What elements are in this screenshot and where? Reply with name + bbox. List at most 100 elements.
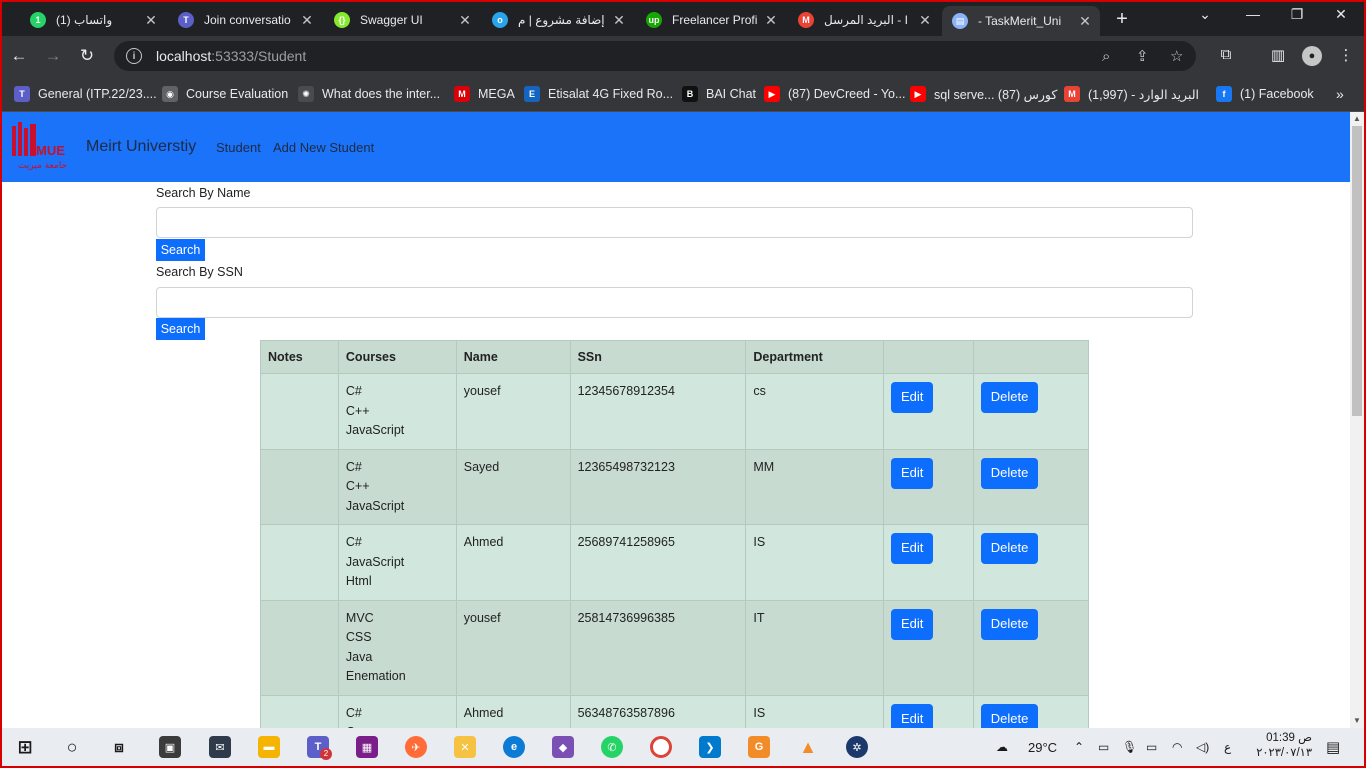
windows-start-icon[interactable]: ⊞ <box>14 736 36 758</box>
edit-button[interactable]: Edit <box>891 608 934 640</box>
edit-button[interactable]: Edit <box>891 382 934 413</box>
battery-icon[interactable]: ▭ <box>1146 728 1157 766</box>
tray-chevron-icon[interactable]: ⌃ <box>1074 728 1084 766</box>
restore-icon[interactable]: ❐ <box>1282 6 1312 23</box>
chrome-icon[interactable] <box>650 736 672 758</box>
browser-tab[interactable]: o إضافة مشروع | م ✕ <box>482 6 634 34</box>
edit-button[interactable]: Edit <box>891 533 934 564</box>
edit-button[interactable]: Edit <box>891 457 934 489</box>
side-panel-icon[interactable]: ▥ <box>1268 46 1288 64</box>
browser-tab[interactable]: M البريد المرسل - I ✕ <box>788 6 940 34</box>
cell-notes <box>260 599 339 696</box>
university-logo[interactable]: MUE جامعة ميريت <box>10 122 74 172</box>
bookmark-item[interactable]: B BAI Chat <box>682 84 756 104</box>
more-bookmarks-icon[interactable]: » <box>1336 84 1344 104</box>
edit-button[interactable]: Edit <box>891 703 934 728</box>
media-icon[interactable]: ✲ <box>846 736 868 758</box>
delete-button[interactable]: Delete <box>981 608 1039 640</box>
g-app-icon[interactable]: G <box>748 736 770 758</box>
close-window-icon[interactable]: ✕ <box>1326 6 1356 23</box>
whatsapp-taskbar-icon[interactable]: ✆ <box>601 736 623 758</box>
tab-close-icon[interactable]: ✕ <box>456 12 474 29</box>
browser-tab[interactable]: {} Swagger UI ✕ <box>324 6 480 34</box>
browser-tab[interactable]: 1 (1) واتساب ✕ <box>20 6 166 34</box>
logo-text: MUE <box>36 143 65 158</box>
weather-icon[interactable]: ☁ <box>996 728 1008 766</box>
tab-close-icon[interactable]: ✕ <box>298 12 316 29</box>
page-scrollbar[interactable]: ▲ ▼ <box>1350 112 1364 728</box>
search-ssn-button[interactable]: Search <box>156 318 205 340</box>
extensions-icon[interactable]: ⧉ <box>1216 46 1236 63</box>
tab-close-icon[interactable]: ✕ <box>1076 13 1094 30</box>
mail-icon[interactable]: ✉ <box>209 736 231 758</box>
bookmark-item[interactable]: T General (ITP.22/23.... <box>14 84 157 104</box>
bai-icon: B <box>682 86 698 102</box>
bookmark-item[interactable]: M MEGA <box>454 84 515 104</box>
bookmark-label: MEGA <box>478 87 515 101</box>
search-ssn-input[interactable] <box>156 287 1193 318</box>
back-icon[interactable]: ← <box>8 45 30 67</box>
bookmark-item[interactable]: E Etisalat 4G Fixed Ro... <box>524 84 673 104</box>
tray-app-icon[interactable]: ▭ <box>1098 728 1109 766</box>
search-name-input[interactable] <box>156 207 1193 238</box>
bookmark-item[interactable]: ◉ Course Evaluation <box>162 84 288 104</box>
postman-icon[interactable]: ✈ <box>405 736 427 758</box>
forward-icon[interactable]: → <box>42 45 64 67</box>
vscode-icon[interactable]: ❯ <box>699 736 721 758</box>
browser-tab[interactable]: ▤ - TaskMerit_Uni ✕ <box>942 6 1100 36</box>
nav-add-new-student[interactable]: Add New Student <box>273 140 374 155</box>
share-icon[interactable]: ⇪ <box>1136 41 1149 71</box>
input-language[interactable]: ع <box>1224 728 1231 766</box>
tools-icon[interactable]: ✕ <box>454 736 476 758</box>
url-host: localhost <box>156 48 212 64</box>
zoom-icon[interactable]: ⌕ <box>1102 41 1110 71</box>
app-grid-icon[interactable]: ▦ <box>356 736 378 758</box>
bookmark-label: sql serve... كورس (87) <box>934 87 1058 102</box>
bookmark-item[interactable]: M البريد الوارد - (1,997) <box>1064 84 1199 104</box>
system-clock[interactable]: ص 01:39 ٢٠٢٣/٠٧/١٣ <box>1240 731 1312 761</box>
tab-close-icon[interactable]: ✕ <box>916 12 934 29</box>
bookmark-item[interactable]: ✺ What does the inter... <box>298 84 440 104</box>
search-icon[interactable]: ○ <box>61 736 83 758</box>
tab-close-icon[interactable]: ✕ <box>610 12 628 29</box>
tab-close-icon[interactable]: ✕ <box>142 12 160 29</box>
bookmark-item[interactable]: ▶ (87) DevCreed - Yo... <box>764 84 905 104</box>
page-viewport: MUE جامعة ميريت Meirt Universtiy Student… <box>2 112 1364 728</box>
scroll-down-icon[interactable]: ▼ <box>1350 714 1364 728</box>
search-name-button[interactable]: Search <box>156 239 205 261</box>
browser-tab[interactable]: T Join conversatio ✕ <box>168 6 322 34</box>
file-explorer-icon[interactable]: ▬ <box>258 736 280 758</box>
address-bar[interactable]: i localhost:53333/Student ⌕ ⇪ ☆ <box>114 41 1196 71</box>
new-tab-button[interactable]: + <box>1112 8 1132 31</box>
bookmark-item[interactable]: ▶ sql serve... كورس (87) <box>910 84 1057 104</box>
delete-button[interactable]: Delete <box>981 382 1039 413</box>
reload-icon[interactable]: ↻ <box>76 45 98 67</box>
volume-icon[interactable]: ◁) <box>1196 728 1209 766</box>
delete-button[interactable]: Delete <box>981 533 1039 564</box>
task-view-icon[interactable]: ⧈ <box>108 736 130 758</box>
minimize-icon[interactable]: — <box>1238 6 1268 22</box>
site-brand[interactable]: Meirt Universtiy <box>86 138 196 156</box>
site-info-icon[interactable]: i <box>126 48 142 64</box>
visual-studio-icon[interactable]: ◆ <box>552 736 574 758</box>
scrollbar-thumb[interactable] <box>1352 126 1362 416</box>
notifications-icon[interactable]: ▤ <box>1326 728 1340 766</box>
menu-icon[interactable]: ⋮ <box>1336 46 1356 64</box>
browser-tab[interactable]: up Freelancer Profi ✕ <box>636 6 786 34</box>
microphone-icon[interactable]: 🎙 <box>1122 728 1137 766</box>
vlc-icon[interactable]: ▲ <box>797 736 819 758</box>
store-icon[interactable]: ▣ <box>159 736 181 758</box>
tab-search-icon[interactable]: ⌄ <box>1190 6 1220 23</box>
nav-student[interactable]: Student <box>216 140 261 155</box>
delete-button[interactable]: Delete <box>981 703 1039 728</box>
profile-avatar[interactable]: ● <box>1302 46 1322 66</box>
delete-button[interactable]: Delete <box>981 457 1039 489</box>
wifi-icon[interactable]: ◠ <box>1172 728 1182 766</box>
edge-icon[interactable]: e <box>503 736 525 758</box>
bookmark-item[interactable]: f (1) Facebook <box>1216 84 1314 104</box>
scroll-up-icon[interactable]: ▲ <box>1350 112 1364 126</box>
bookmark-star-icon[interactable]: ☆ <box>1170 41 1183 71</box>
weather-temp[interactable]: 29°C <box>1028 728 1057 766</box>
tab-close-icon[interactable]: ✕ <box>762 12 780 29</box>
course-item: Java <box>345 649 373 664</box>
